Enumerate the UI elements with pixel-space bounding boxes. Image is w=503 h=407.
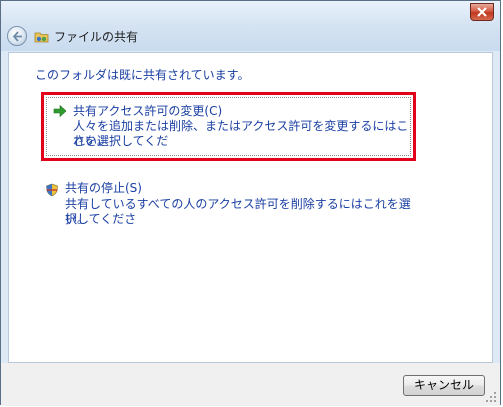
back-button[interactable] — [7, 26, 27, 46]
window-title: ファイルの共有 — [54, 30, 139, 44]
resize-grip-icon[interactable] — [485, 391, 497, 403]
stop-sharing-desc-line2: い。 — [65, 212, 90, 226]
change-permissions-option[interactable]: 共有アクセス許可の変更(C) 人々を追加または削除、またはアクセス許可を変更する… — [46, 97, 411, 156]
stop-sharing-desc-line1: 共有しているすべての人のアクセス許可を削除するにはこれを選択してくださ — [65, 197, 411, 226]
shield-icon — [46, 183, 58, 197]
title-bar: ファイルの共有 — [1, 1, 500, 51]
content-area: このフォルダは既に共有されています。 共有アクセス許可の変更(C) 人々を追加ま… — [8, 52, 493, 363]
change-permissions-title: 共有アクセス許可の変更(C) — [73, 104, 223, 118]
button-bar: キャンセル — [1, 363, 500, 406]
intro-text: このフォルダは既に共有されています。 — [35, 68, 250, 82]
change-permissions-desc-line1: 人々を追加または削除、またはアクセス許可を変更するにはこれを選択してくだ — [73, 119, 409, 148]
cancel-button[interactable]: キャンセル — [403, 375, 485, 396]
file-sharing-dialog: ファイルの共有 このフォルダは既に共有されています。 共有アクセス許可の変更(C… — [0, 0, 501, 406]
green-arrow-icon — [53, 104, 67, 118]
stop-sharing-option[interactable]: 共有の停止(S) 共有しているすべての人のアクセス許可を削除するにはこれを選択し… — [43, 180, 413, 230]
close-icon — [477, 7, 487, 17]
stop-sharing-title: 共有の停止(S) — [65, 181, 142, 195]
close-button[interactable] — [470, 3, 494, 21]
change-permissions-desc-line2: さい。 — [73, 134, 110, 148]
back-arrow-icon — [12, 31, 22, 42]
highlight-frame: 共有アクセス許可の変更(C) 人々を追加または削除、またはアクセス許可を変更する… — [41, 92, 416, 161]
shared-folder-icon — [34, 32, 49, 43]
